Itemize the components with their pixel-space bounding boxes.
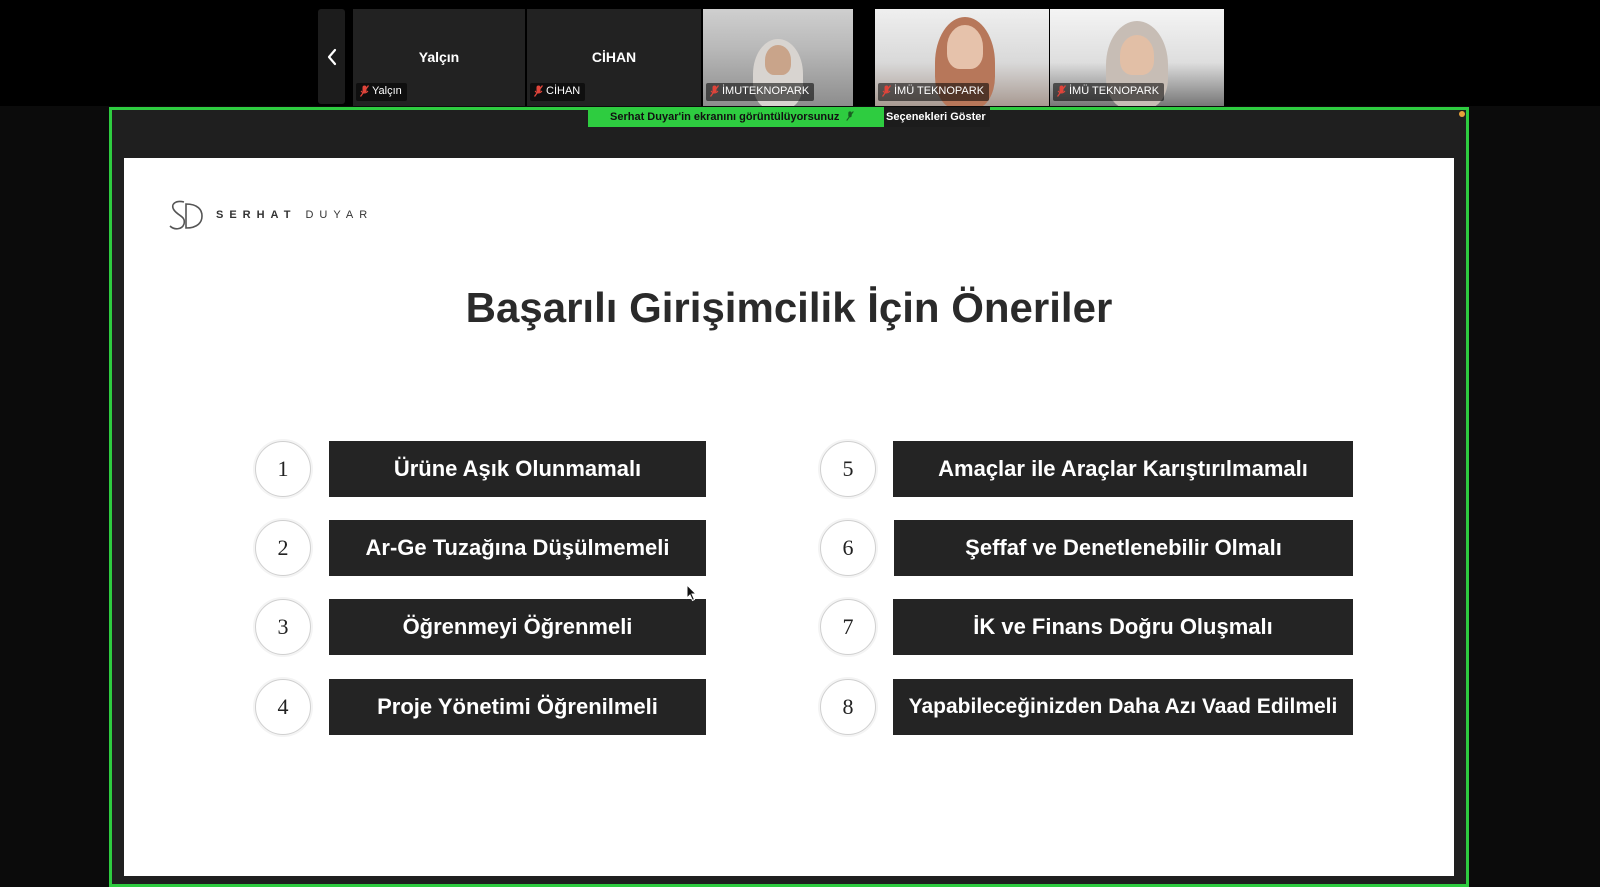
item-label: Öğrenmeyi Öğrenmeli: [329, 599, 706, 655]
mic-muted-icon: [846, 111, 855, 121]
slide-title: Başarılı Girişimcilik İçin Öneriler: [465, 284, 1113, 331]
participant-label: CİHAN: [530, 83, 586, 101]
participant-label-text: İMÜ TEKNOPARK: [894, 85, 985, 97]
mic-muted-icon: [710, 85, 719, 97]
mic-muted-icon: [534, 85, 543, 97]
logo: SERHAT DUYAR: [166, 196, 373, 234]
logo-first-name: SERHAT: [216, 209, 297, 221]
item-number: 4: [255, 679, 311, 735]
mic-muted-icon: [360, 85, 369, 97]
item-label: Proje Yönetimi Öğrenilmeli: [329, 679, 706, 735]
participant-label: İMUTEKNOPARK: [706, 83, 815, 101]
item-number: 1: [255, 441, 311, 497]
participant-tile-video[interactable]: İMÜ TEKNOPARK: [1050, 9, 1224, 106]
participant-label-text: Yalçın: [372, 85, 402, 97]
item-label: Ürüne Aşık Olunmamalı: [329, 441, 706, 497]
participant-label-text: İMÜ TEKNOPARK: [1069, 85, 1160, 97]
share-banner: Serhat Duyar'in ekranını görüntülüyorsun…: [588, 107, 990, 127]
logo-last-name: DUYAR: [305, 209, 374, 221]
participant-label-text: CİHAN: [546, 85, 581, 97]
item-number: 8: [820, 679, 876, 735]
participant-name: CİHAN: [591, 49, 637, 65]
item-number: 6: [820, 520, 876, 576]
item-label: İK ve Finans Doğru Oluşmalı: [893, 599, 1353, 655]
chevron-left-icon: [327, 48, 336, 65]
mic-muted-icon: [882, 85, 891, 97]
mouse-cursor-icon: [686, 584, 698, 602]
participant-video-face: [765, 45, 791, 75]
previous-page-button[interactable]: [318, 9, 345, 104]
participant-video-face: [1120, 35, 1154, 75]
participant-label: Yalçın: [356, 83, 407, 101]
item-number: 3: [255, 599, 311, 655]
share-banner-text: Serhat Duyar'in ekranını görüntülüyorsun…: [588, 107, 884, 127]
participant-label: İMÜ TEKNOPARK: [1053, 83, 1165, 101]
show-options-button[interactable]: Seçenekleri Göster: [884, 107, 990, 127]
participant-label: İMÜ TEKNOPARK: [878, 83, 990, 101]
item-number: 2: [255, 520, 311, 576]
mic-muted-icon: [1057, 85, 1066, 97]
participant-tile-video[interactable]: İMUTEKNOPARK: [703, 9, 853, 106]
participant-label-text: İMUTEKNOPARK: [722, 85, 810, 97]
presentation-slide: SERHAT DUYAR Başarılı Girişimcilik İçin …: [124, 158, 1454, 876]
participant-tile-video[interactable]: İMÜ TEKNOPARK: [875, 9, 1049, 106]
share-banner-label: Serhat Duyar'in ekranını görüntülüyorsun…: [610, 111, 840, 123]
item-label: Yapabileceğinizden Daha Azı Vaad Edilmel…: [893, 679, 1353, 735]
item-number: 7: [820, 599, 876, 655]
item-label: Amaçlar ile Araçlar Karıştırılmamalı: [893, 441, 1353, 497]
logo-wordmark: SERHAT DUYAR: [216, 209, 373, 221]
recording-dot-icon: [1459, 111, 1465, 117]
item-label: Şeffaf ve Denetlenebilir Olmalı: [894, 520, 1353, 576]
sd-monogram-icon: [169, 200, 203, 230]
item-label: Ar-Ge Tuzağına Düşülmemeli: [329, 520, 706, 576]
participant-video-face: [947, 25, 983, 69]
item-number: 5: [820, 441, 876, 497]
participant-tile-yalcin[interactable]: Yalçın Yalçın: [353, 9, 525, 106]
participant-tile-cihan[interactable]: CİHAN CİHAN: [527, 9, 701, 106]
participant-name: Yalçın: [418, 49, 460, 65]
participant-strip: Yalçın Yalçın CİHAN CİHAN İMUTEKNOPARK İ…: [0, 0, 1600, 106]
